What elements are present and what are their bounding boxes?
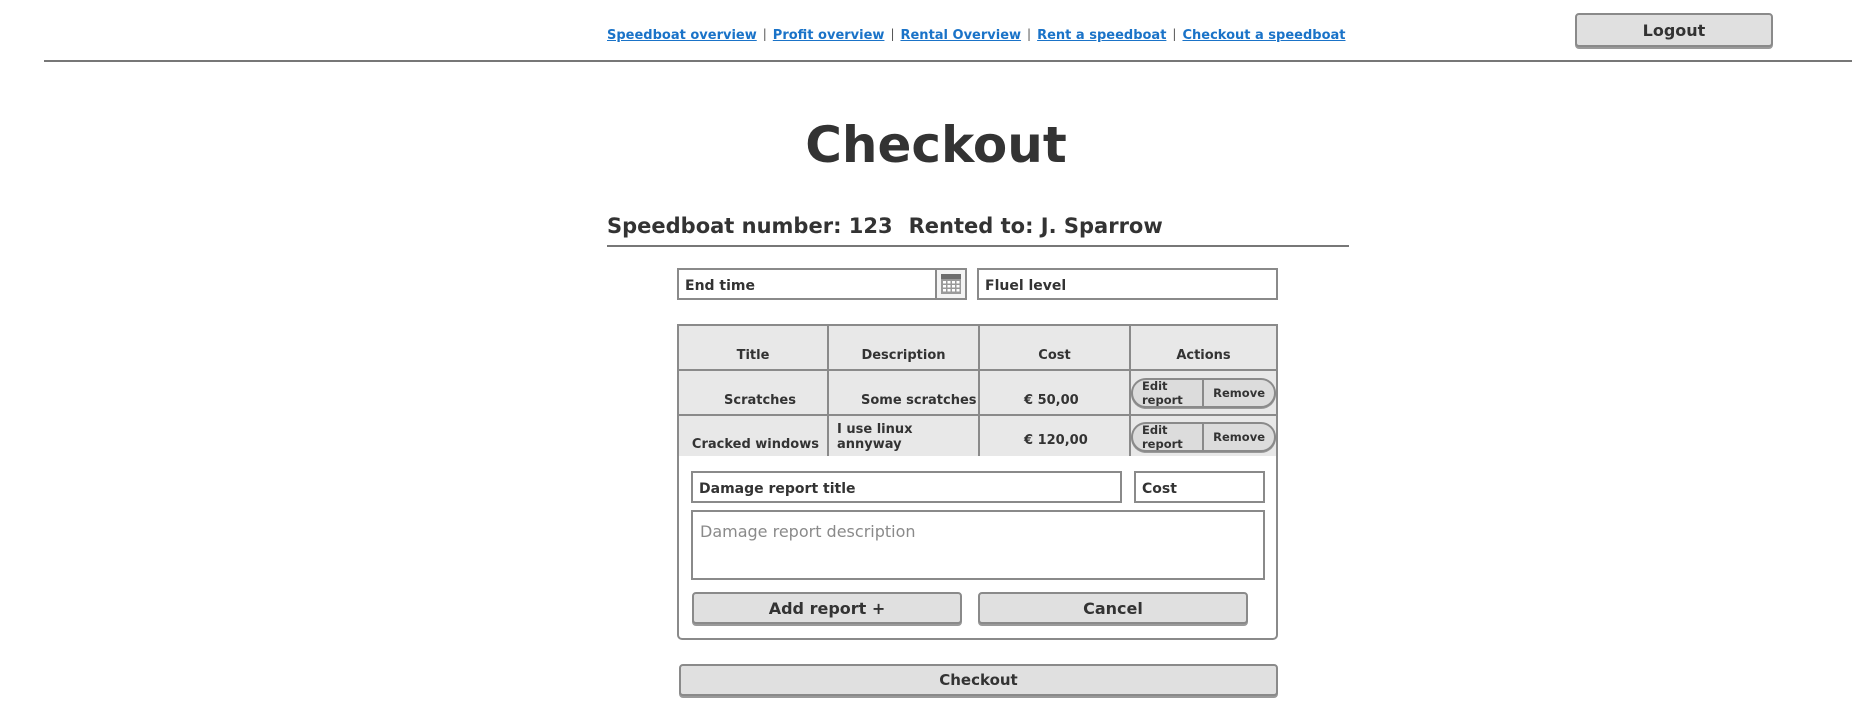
row-description: I use linux annyway (829, 416, 980, 458)
nav-separator: | (1027, 27, 1032, 41)
rental-subheader: Speedboat number: 123 Rented to: J. Sparr… (607, 214, 1163, 238)
fuel-level-input[interactable]: Fluel level (977, 268, 1278, 300)
column-header-cost: Cost (980, 326, 1131, 371)
row-action-group: Edit report Remove (1131, 377, 1276, 408)
checkout-button[interactable]: Checkout (679, 664, 1278, 696)
row-cost: € 50,00 (980, 371, 1131, 416)
end-time-input[interactable]: End time (677, 268, 967, 300)
nav-link-rental-overview[interactable]: Rental Overview (900, 28, 1021, 43)
row-actions: Edit report Remove (1131, 416, 1276, 458)
row-title: Scratches (679, 371, 829, 416)
row-actions: Edit report Remove (1131, 371, 1276, 416)
nav-link-speedboat-overview[interactable]: Speedboat overview (607, 28, 757, 43)
damage-report-title-input[interactable]: Damage report title (691, 471, 1122, 503)
remove-report-button[interactable]: Remove (1202, 379, 1274, 406)
row-title: Cracked windows (679, 416, 829, 458)
damage-reports-table: Title Description Cost Actions Scratches… (677, 324, 1278, 460)
table-row: Cracked windows I use linux annyway € 12… (679, 416, 1276, 458)
column-header-description: Description (829, 326, 980, 371)
nav-separator: | (890, 27, 895, 41)
logout-button[interactable]: Logout (1575, 13, 1773, 47)
nav-link-rent-speedboat[interactable]: Rent a speedboat (1037, 28, 1166, 43)
cancel-button[interactable]: Cancel (978, 592, 1248, 624)
damage-report-cost-input[interactable]: Cost (1134, 471, 1265, 503)
column-header-title: Title (679, 326, 829, 371)
edit-report-button[interactable]: Edit report (1133, 424, 1202, 450)
row-cost: € 120,00 (980, 416, 1131, 458)
nav-separator: | (762, 27, 767, 41)
nav-link-checkout-speedboat[interactable]: Checkout a speedboat (1182, 28, 1345, 43)
rented-to-label: Rented to: J. Sparrow (908, 214, 1163, 238)
edit-report-button[interactable]: Edit report (1133, 380, 1202, 406)
table-header-row: Title Description Cost Actions (679, 326, 1276, 371)
calendar-icon[interactable] (935, 270, 965, 298)
row-description: Some scratches (829, 371, 980, 416)
column-header-actions: Actions (1131, 326, 1276, 371)
speedboat-number-label: Speedboat number: 123 (607, 214, 893, 238)
row-action-group: Edit report Remove (1131, 422, 1276, 452)
damage-report-description-textarea[interactable]: Damage report description (691, 510, 1265, 580)
table-row: Scratches Some scratches € 50,00 Edit re… (679, 371, 1276, 416)
nav-separator: | (1172, 27, 1177, 41)
top-navigation: Speedboat overview | Profit overview | Renta… (607, 27, 1346, 43)
page-title: Checkout (805, 116, 1067, 174)
subheader-divider (607, 245, 1349, 247)
add-report-button[interactable]: Add report + (692, 592, 962, 624)
remove-report-button[interactable]: Remove (1202, 424, 1274, 450)
nav-link-profit-overview[interactable]: Profit overview (773, 28, 885, 43)
header-divider (44, 60, 1852, 62)
end-time-value: End time (685, 278, 755, 294)
